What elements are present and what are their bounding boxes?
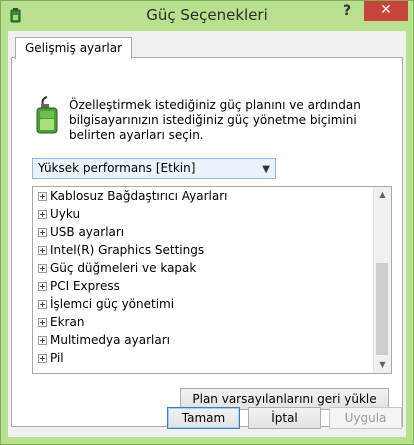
expand-icon[interactable] bbox=[38, 192, 47, 201]
expand-icon[interactable] bbox=[38, 228, 47, 237]
tree-item-label: Pil bbox=[50, 351, 64, 365]
tab-panel: Özelleştirmek istediğiniz güç planını ve… bbox=[11, 57, 403, 427]
cancel-button[interactable]: İptal bbox=[248, 407, 321, 429]
dialog-client: Gelişmiş ayarlar Özelleştirmek istediğin… bbox=[8, 31, 406, 437]
tree-item-label: İşlemci güç yönetimi bbox=[50, 297, 175, 311]
settings-tree[interactable]: Kablosuz Bağdaştırıcı Ayarları Uyku USB … bbox=[32, 186, 392, 374]
tree-scrollbar[interactable]: ▲ ▼ bbox=[373, 187, 391, 373]
tree-item-label: Ekran bbox=[50, 315, 85, 329]
tree-item-label: Güç düğmeleri ve kapak bbox=[50, 261, 197, 275]
tree-item-label: Multimedya ayarları bbox=[50, 333, 170, 347]
tree-item-label: Uyku bbox=[50, 207, 81, 221]
tree-item-label: PCI Express bbox=[50, 279, 120, 293]
scroll-up-icon[interactable]: ▲ bbox=[374, 187, 391, 203]
apply-button[interactable]: Uygula bbox=[329, 407, 402, 429]
expand-icon[interactable] bbox=[38, 282, 47, 291]
tree-item-label: USB ayarları bbox=[50, 225, 125, 239]
power-plan-dropdown[interactable]: Yüksek performans [Etkin] ▼ bbox=[32, 158, 276, 179]
expand-icon[interactable] bbox=[38, 300, 47, 309]
ok-button[interactable]: Tamam bbox=[167, 407, 240, 429]
scroll-thumb[interactable] bbox=[376, 263, 388, 355]
expand-icon[interactable] bbox=[38, 318, 47, 327]
plan-description: Özelleştirmek istediğiniz güç planını ve… bbox=[69, 98, 361, 142]
battery-plug-icon bbox=[36, 96, 58, 134]
tree-item-label: Intel(R) Graphics Settings bbox=[50, 243, 205, 257]
help-button[interactable]: ? bbox=[335, 1, 359, 21]
expand-icon[interactable] bbox=[38, 354, 47, 363]
expand-icon[interactable] bbox=[38, 336, 47, 345]
power-plan-value: Yüksek performans [Etkin] bbox=[38, 161, 196, 175]
expand-icon[interactable] bbox=[38, 264, 47, 273]
expand-icon[interactable] bbox=[38, 246, 47, 255]
tree-item-label: Kablosuz Bağdaştırıcı Ayarları bbox=[50, 189, 228, 203]
chevron-down-icon[interactable]: ▼ bbox=[262, 160, 270, 179]
scroll-down-icon[interactable]: ▼ bbox=[374, 357, 391, 373]
expand-icon[interactable] bbox=[38, 210, 47, 219]
power-options-window: Güç Seçenekleri ? ✕ Gelişmiş ayarlar Öze… bbox=[0, 0, 414, 445]
tab-advanced-settings[interactable]: Gelişmiş ayarlar bbox=[15, 37, 133, 59]
close-button[interactable]: ✕ bbox=[364, 1, 408, 21]
title-bar[interactable]: Güç Seçenekleri ? ✕ bbox=[1, 1, 413, 29]
